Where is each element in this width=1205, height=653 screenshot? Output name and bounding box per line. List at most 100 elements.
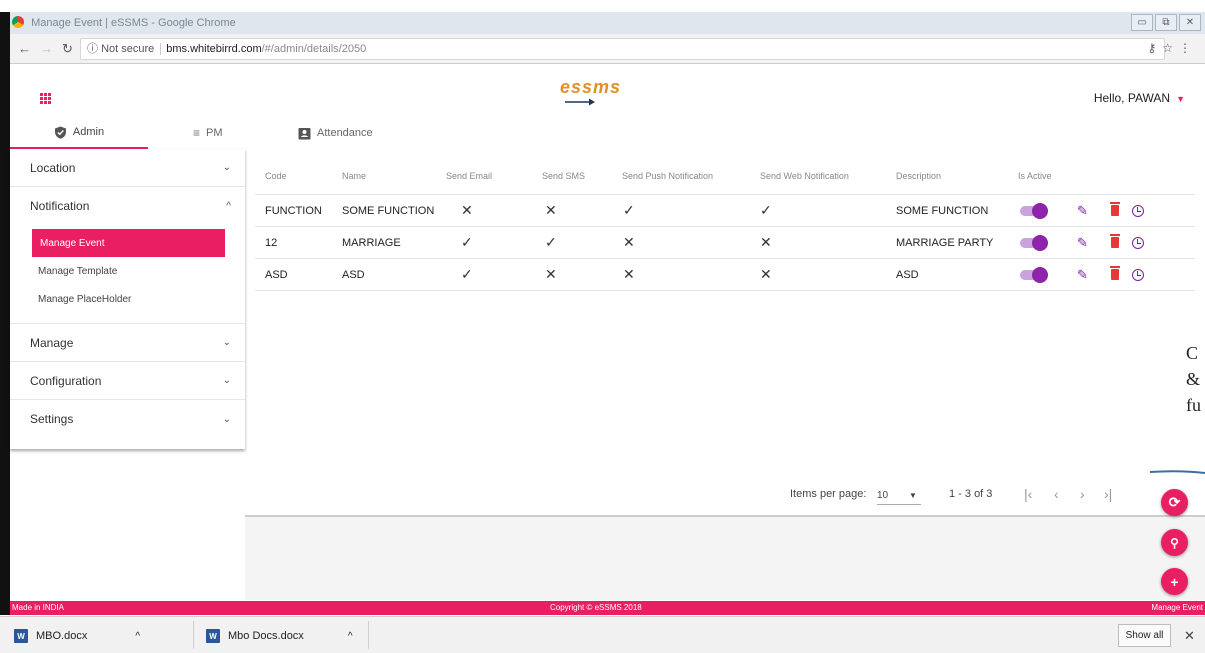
chrome-icon xyxy=(12,16,24,28)
overlay-line: & xyxy=(1186,369,1201,389)
previous-page-icon[interactable]: ‹ xyxy=(1054,486,1059,502)
caret-down-icon: ▼ xyxy=(1176,94,1185,104)
last-page-icon[interactable]: ›| xyxy=(1104,486,1112,502)
active-toggle[interactable] xyxy=(1020,227,1048,258)
table-bottom-area xyxy=(245,515,1205,600)
delete-trash-icon[interactable] xyxy=(1110,227,1120,258)
reload-icon[interactable]: ↻ xyxy=(62,41,73,57)
sidebar-section-label: Settings xyxy=(30,412,74,426)
chevron-up-icon[interactable]: ^ xyxy=(135,631,140,642)
page-range: 1 - 3 of 3 xyxy=(949,488,993,500)
download-item[interactable]: W Mbo Docs.docx ^ xyxy=(206,625,353,647)
items-per-page-select[interactable]: 10 ▼ xyxy=(877,489,921,505)
cell-send-email: ✓ xyxy=(461,234,473,250)
history-clock-icon[interactable] xyxy=(1132,195,1144,226)
divider xyxy=(368,621,369,649)
cell-send-push: ✕ xyxy=(623,234,635,250)
cell-name: MARRIAGE xyxy=(342,236,401,249)
download-item[interactable]: W MBO.docx ^ xyxy=(14,625,140,647)
chrome-menu-icon[interactable]: ⋮ xyxy=(1179,41,1197,55)
tab-pm[interactable]: ≡ PM xyxy=(193,117,223,149)
window-title: Manage Event | eSSMS - Google Chrome xyxy=(31,17,236,29)
not-secure-text: Not secure xyxy=(101,43,155,55)
footer-page-name: Manage Event xyxy=(1151,603,1203,612)
first-page-icon[interactable]: |‹ xyxy=(1024,486,1032,502)
cell-description: MARRIAGE PARTY xyxy=(896,236,994,249)
footer-left: Made in INDIA xyxy=(12,603,65,612)
app-footer: Made in INDIA Copyright © eSSMS 2018 Man… xyxy=(10,601,1205,615)
items-per-page-label: Items per page: xyxy=(790,488,867,500)
column-header-name: Name xyxy=(342,170,367,181)
word-doc-icon: W xyxy=(14,629,28,643)
contact-card-icon xyxy=(298,127,311,139)
browser-toolbar: ← → ↻ ⓘ Not secure bms.whitebirrd.com/#/a… xyxy=(10,34,1205,64)
plus-icon: + xyxy=(1170,573,1179,590)
column-header-send-web: Send Web Notification xyxy=(760,170,849,181)
trash-shape xyxy=(1110,202,1120,216)
table-row: FUNCTION SOME FUNCTION ✕ ✕ ✓ ✓ SOME FUNC… xyxy=(255,195,1195,227)
cell-name: SOME FUNCTION xyxy=(342,204,435,217)
menu-lines-icon: ≡ xyxy=(193,126,201,140)
apps-grid-icon[interactable] xyxy=(40,93,51,104)
tab-attendance-label: Attendance xyxy=(317,127,373,139)
refresh-icon: ⟳ xyxy=(1168,494,1181,510)
key-icon[interactable]: ⚷ xyxy=(1147,41,1162,55)
column-header-is-active: Is Active xyxy=(1018,170,1052,181)
cell-send-sms: ✕ xyxy=(545,266,557,282)
sidebar: Location ⌄ Notification ^ Manage Event M… xyxy=(10,149,245,449)
bookmark-star-icon[interactable]: ☆ xyxy=(1162,41,1179,55)
edit-pencil-icon[interactable]: ✎ xyxy=(1077,195,1088,226)
tab-pm-label: PM xyxy=(206,127,223,139)
address-bar[interactable]: ⓘ Not secure bms.whitebirrd.com/#/admin/d… xyxy=(80,38,1165,60)
chevron-down-icon: ⌄ xyxy=(222,375,231,386)
sidebar-section-notification[interactable]: Notification ^ xyxy=(10,187,245,225)
download-filename: Mbo Docs.docx xyxy=(228,630,304,642)
trash-shape xyxy=(1110,266,1120,280)
restore-button[interactable]: ⧉ xyxy=(1155,14,1177,31)
next-page-icon[interactable]: › xyxy=(1080,486,1085,502)
user-menu[interactable]: Hello, PAWAN ▼ xyxy=(1094,91,1185,105)
sidebar-item-manage-event[interactable]: Manage Event xyxy=(32,229,225,257)
sidebar-section-label: Notification xyxy=(30,199,90,213)
sidebar-section-manage[interactable]: Manage ⌄ xyxy=(10,324,245,362)
edit-pencil-icon[interactable]: ✎ xyxy=(1077,259,1088,290)
clock-shape xyxy=(1132,236,1144,249)
back-arrow-icon[interactable]: ← xyxy=(18,41,31,56)
chevron-up-icon[interactable]: ^ xyxy=(348,631,353,642)
sidebar-section-configuration[interactable]: Configuration ⌄ xyxy=(10,362,245,400)
close-icon[interactable]: ✕ xyxy=(1184,628,1195,644)
forward-arrow-icon[interactable]: → xyxy=(40,41,53,56)
sidebar-section-location[interactable]: Location ⌄ xyxy=(10,149,245,187)
history-clock-icon[interactable] xyxy=(1132,227,1144,258)
clock-shape xyxy=(1132,204,1144,217)
not-secure-label[interactable]: ⓘ Not secure xyxy=(87,43,162,55)
divider xyxy=(193,621,194,649)
url-path: /#/admin/details/2050 xyxy=(261,43,367,55)
toggle-track xyxy=(1020,266,1048,283)
close-window-button[interactable]: ✕ xyxy=(1179,14,1201,31)
sidebar-item-manage-placeholder[interactable]: Manage PlaceHolder xyxy=(30,285,225,313)
minimize-button[interactable]: ▭ xyxy=(1131,14,1153,31)
history-clock-icon[interactable] xyxy=(1132,259,1144,290)
delete-trash-icon[interactable] xyxy=(1110,195,1120,226)
add-button[interactable]: + xyxy=(1161,568,1188,595)
sidebar-section-settings[interactable]: Settings ⌄ xyxy=(10,400,245,438)
search-button[interactable]: ⚲ xyxy=(1161,529,1188,556)
tab-attendance[interactable]: Attendance xyxy=(298,117,373,149)
logo-arrow-icon xyxy=(565,98,595,106)
chevron-down-icon: ⌄ xyxy=(222,162,231,173)
cell-description: SOME FUNCTION xyxy=(896,204,989,217)
chevron-up-icon: ^ xyxy=(226,200,231,212)
edit-pencil-icon[interactable]: ✎ xyxy=(1077,227,1088,258)
show-all-button[interactable]: Show all xyxy=(1118,624,1171,647)
active-toggle[interactable] xyxy=(1020,195,1048,226)
cell-send-push: ✓ xyxy=(623,202,635,218)
toggle-track xyxy=(1020,234,1048,251)
refresh-button[interactable]: ⟳ xyxy=(1161,489,1188,516)
tab-admin[interactable]: Admin xyxy=(10,117,148,149)
cell-send-web: ✕ xyxy=(760,266,772,282)
downloads-bar: W MBO.docx ^ W Mbo Docs.docx ^ Show all … xyxy=(0,616,1205,653)
sidebar-item-manage-template[interactable]: Manage Template xyxy=(30,257,225,285)
delete-trash-icon[interactable] xyxy=(1110,259,1120,290)
active-toggle[interactable] xyxy=(1020,259,1048,290)
